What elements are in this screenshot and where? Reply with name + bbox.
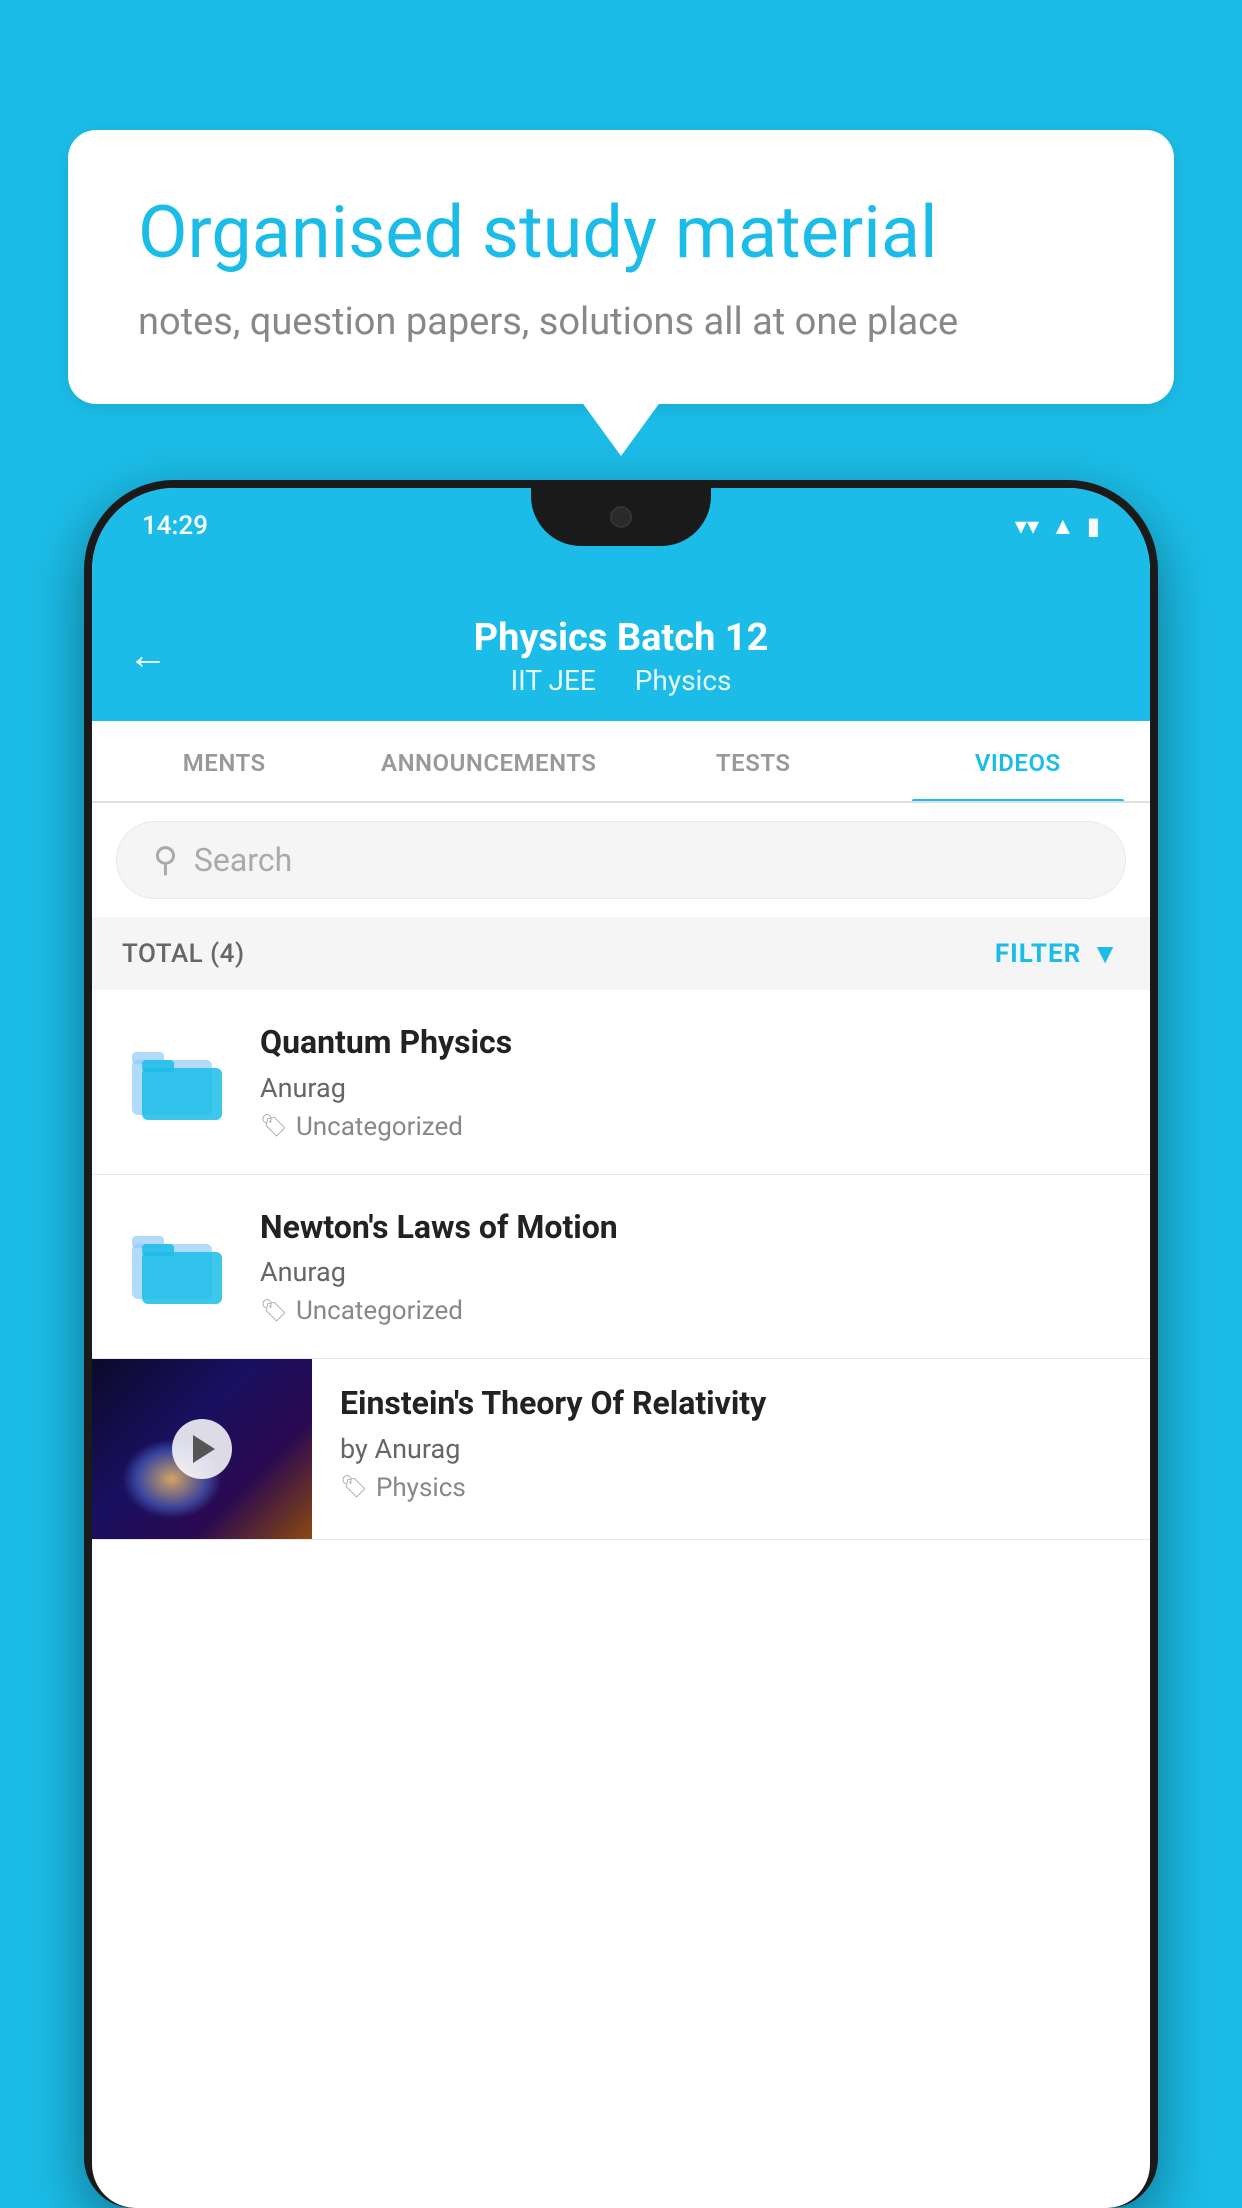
video-author: Anurag [260, 1072, 1120, 1104]
tag-icon: 🏷 [260, 1299, 288, 1324]
search-placeholder: Search [194, 841, 292, 879]
list-item[interactable]: Einstein's Theory Of Relativity by Anura… [92, 1359, 1150, 1540]
play-triangle-icon [193, 1435, 215, 1463]
search-bar[interactable]: ⚲ Search [116, 821, 1126, 899]
phone-inner: 14:29 ▾▾ ▲ ▮ ← Physics Batch 12 IIT JEE [92, 488, 1150, 2208]
speech-bubble-title: Organised study material [138, 190, 1104, 276]
speech-bubble-container: Organised study material notes, question… [68, 130, 1174, 404]
video-title: Quantum Physics [260, 1022, 1120, 1064]
speech-bubble: Organised study material notes, question… [68, 130, 1174, 404]
speech-bubble-subtitle: notes, question papers, solutions all at… [138, 300, 1104, 344]
tag-icon: 🏷 [260, 1114, 288, 1139]
filter-row: TOTAL (4) FILTER ▼ [92, 917, 1150, 990]
header-title: Physics Batch 12 [474, 616, 769, 660]
video-info: Newton's Laws of Motion Anurag 🏷 Uncateg… [260, 1207, 1120, 1327]
folder-icon [132, 1042, 222, 1122]
list-item[interactable]: Newton's Laws of Motion Anurag 🏷 Uncateg… [92, 1175, 1150, 1360]
tag-label: Uncategorized [296, 1296, 463, 1326]
search-bar-container: ⚲ Search [92, 803, 1150, 917]
total-count: TOTAL (4) [122, 939, 245, 969]
tab-videos[interactable]: VIDEOS [886, 721, 1151, 801]
video-info: Quantum Physics Anurag 🏷 Uncategorized [260, 1022, 1120, 1142]
camera-dot [610, 506, 632, 528]
battery-icon: ▮ [1087, 512, 1100, 540]
tab-announcements[interactable]: ANNOUNCEMENTS [357, 721, 622, 801]
video-list: Quantum Physics Anurag 🏷 Uncategorized [92, 990, 1150, 1540]
notch-bar: 14:29 ▾▾ ▲ ▮ [92, 488, 1150, 588]
notch-bump [531, 488, 711, 546]
video-author: by Anurag [340, 1433, 1126, 1465]
tag-label: Physics [376, 1473, 466, 1503]
phone-frame: 14:29 ▾▾ ▲ ▮ ← Physics Batch 12 IIT JEE [84, 480, 1158, 2208]
video-title: Einstein's Theory Of Relativity [340, 1383, 1126, 1425]
app-header: ← Physics Batch 12 IIT JEE Physics [92, 588, 1150, 721]
filter-icon: ▼ [1091, 937, 1120, 970]
signal-icon: ▲ [1051, 512, 1075, 541]
video-thumbnail [92, 1359, 312, 1539]
search-icon: ⚲ [153, 840, 178, 880]
video-title: Newton's Laws of Motion [260, 1207, 1120, 1249]
tag-icon: 🏷 [340, 1475, 368, 1500]
play-button[interactable] [172, 1419, 232, 1479]
folder-icon-wrapper [122, 1027, 232, 1137]
tabs-bar: MENTS ANNOUNCEMENTS TESTS VIDEOS [92, 721, 1150, 803]
status-time: 14:29 [142, 511, 208, 541]
header-subtitle: IIT JEE Physics [503, 664, 740, 697]
folder-icon-wrapper [122, 1211, 232, 1321]
video-tag: 🏷 Physics [340, 1473, 1126, 1503]
wifi-icon: ▾▾ [1015, 512, 1039, 540]
video-tag: 🏷 Uncategorized [260, 1296, 1120, 1326]
video-tag: 🏷 Uncategorized [260, 1112, 1120, 1142]
back-button[interactable]: ← [128, 631, 168, 678]
filter-label: FILTER [995, 939, 1081, 969]
header-subtitle-physics: Physics [635, 664, 732, 697]
header-subtitle-iitjee: IIT JEE [511, 664, 596, 697]
video-info-right: Einstein's Theory Of Relativity by Anura… [312, 1359, 1150, 1527]
tab-ments[interactable]: MENTS [92, 721, 357, 801]
video-author: Anurag [260, 1256, 1120, 1288]
filter-button[interactable]: FILTER ▼ [995, 937, 1120, 970]
status-icons: ▾▾ ▲ ▮ [1015, 512, 1100, 541]
tab-tests[interactable]: TESTS [621, 721, 886, 801]
folder-icon [132, 1226, 222, 1306]
tag-label: Uncategorized [296, 1112, 463, 1142]
list-item[interactable]: Quantum Physics Anurag 🏷 Uncategorized [92, 990, 1150, 1175]
